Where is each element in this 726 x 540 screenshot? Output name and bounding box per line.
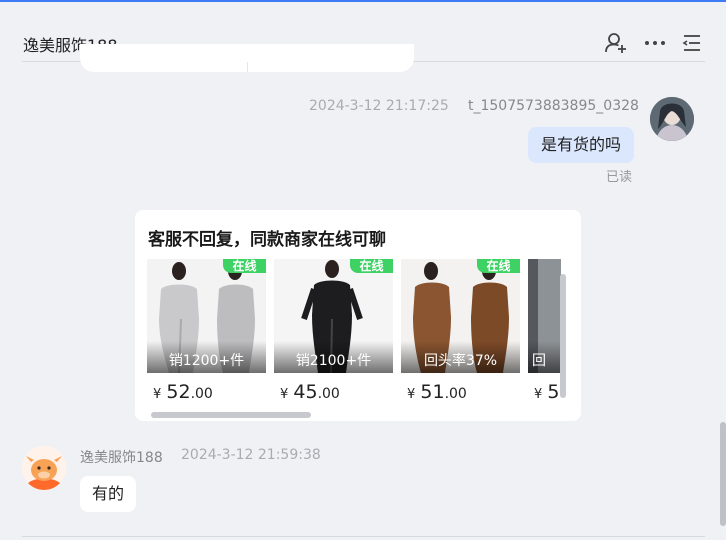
product-return-stat: 回头率37% [401, 341, 520, 373]
price-currency: ¥ [153, 387, 162, 402]
menu-list-icon[interactable] [680, 31, 704, 55]
outgoing-sender: t_1507573883895_0328 [468, 98, 639, 114]
price-integer: 52 [166, 381, 191, 403]
online-badge: 在线 [350, 259, 393, 273]
price-currency: ¥ [280, 387, 289, 402]
recommendation-title: 客服不回复，同款商家在线可聊 [148, 230, 386, 250]
price-integer: 5 [547, 381, 560, 403]
outgoing-timestamp: 2024-3-12 21:17:25 [309, 98, 449, 114]
carousel-vertical-scrollbar[interactable] [560, 274, 566, 398]
online-badge: 在线 [477, 259, 520, 273]
price-currency: ¥ [534, 387, 543, 402]
price-decimal: .00 [190, 386, 213, 402]
user-avatar[interactable] [650, 97, 694, 141]
product-card[interactable]: 在线 销1200+件 ¥ 52.00 [147, 259, 266, 409]
product-card[interactable]: 在线 回头率37% ¥ 51.00 [401, 259, 520, 409]
product-price: ¥ 51.00 [407, 381, 467, 403]
product-sales-stat: 销1200+件 [147, 341, 266, 373]
carousel-horizontal-scrollbar[interactable] [151, 412, 311, 418]
product-return-stat: 回 [528, 341, 561, 373]
chat-scrollbar[interactable] [720, 422, 726, 526]
input-divider [22, 536, 705, 537]
incoming-message-bubble[interactable]: 有的 [80, 476, 137, 512]
card-divider [247, 62, 248, 72]
incoming-timestamp: 2024-3-12 21:59:38 [181, 447, 321, 463]
price-decimal: .00 [317, 386, 340, 402]
product-price: ¥ 5 [534, 381, 559, 403]
product-price: ¥ 45.00 [280, 381, 340, 403]
price-integer: 45 [293, 381, 318, 403]
more-icon[interactable] [643, 31, 667, 55]
product-card[interactable]: 回 ¥ 5 [528, 259, 561, 409]
product-sales-stat: 销2100+件 [274, 341, 393, 373]
online-badge: 在线 [223, 259, 266, 273]
product-carousel[interactable]: 在线 销1200+件 ¥ 52.00 在线 销2100+件 ¥ 45.00 在线… [147, 259, 561, 409]
outgoing-message-bubble[interactable]: 是有货的吗 [528, 127, 635, 163]
previous-card-bottom [80, 44, 414, 72]
incoming-sender: 逸美服饰188 [80, 450, 163, 466]
shop-avatar[interactable] [22, 446, 66, 490]
price-integer: 51 [420, 381, 445, 403]
read-status: 已读 [606, 170, 633, 185]
price-decimal: .00 [444, 386, 467, 402]
recommendation-card: 客服不回复，同款商家在线可聊 在线 销1200+件 ¥ 52.00 在线 销21… [135, 210, 581, 421]
product-card[interactable]: 在线 销2100+件 ¥ 45.00 [274, 259, 393, 409]
price-currency: ¥ [407, 387, 416, 402]
product-price: ¥ 52.00 [153, 381, 213, 403]
add-contact-icon[interactable] [604, 31, 628, 55]
